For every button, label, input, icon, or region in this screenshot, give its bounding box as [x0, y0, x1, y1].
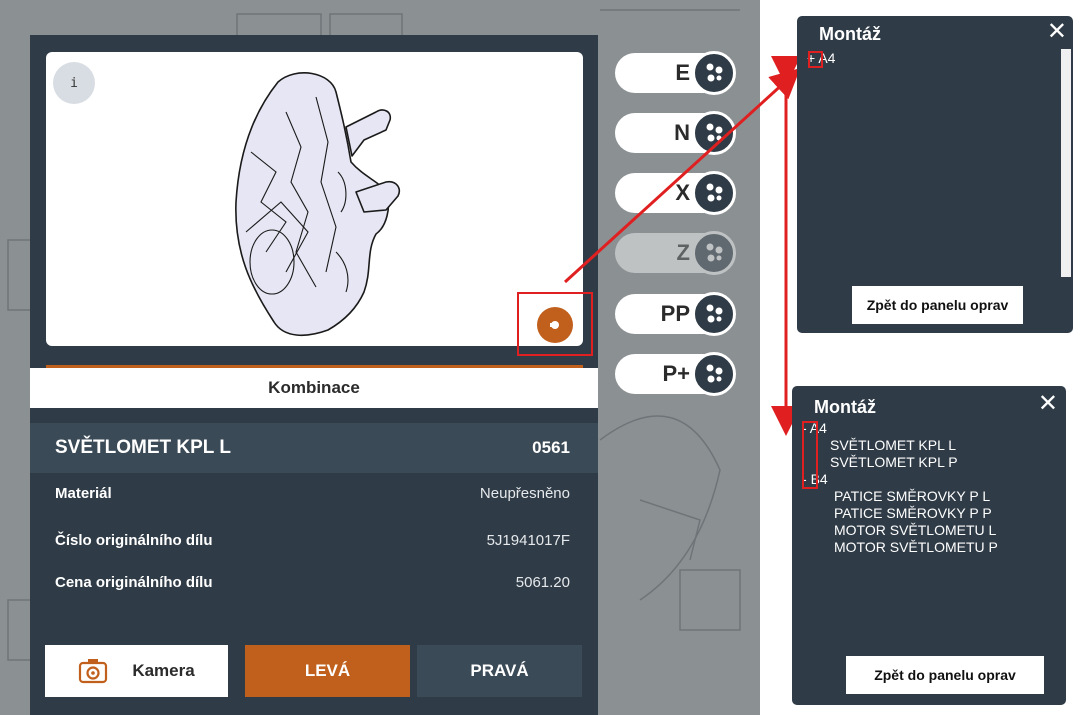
- highlight-combination-button: [517, 292, 593, 356]
- repair-type-label: X: [675, 180, 690, 205]
- repair-type-button[interactable]: P+: [615, 352, 745, 396]
- tree-child[interactable]: SVĚTLOMET KPL L: [802, 437, 998, 454]
- repair-type-label: N: [674, 120, 690, 145]
- tree-child[interactable]: PATICE SMĚROVKY P P: [802, 505, 998, 522]
- detail-value: 5061.20: [515, 574, 570, 591]
- montaz-panel-collapsed: Montáž ✕ + A4 Zpět do panelu oprav: [797, 16, 1073, 333]
- scatter-glyph: [706, 243, 723, 262]
- part-code: 0561: [532, 438, 570, 457]
- headlight-drawing: [235, 72, 401, 337]
- camera-button-label: Kamera: [132, 661, 195, 680]
- scatter-glyph: [706, 63, 723, 82]
- scatter-glyph: [706, 123, 723, 142]
- right-side-button[interactable]: PRAVÁ: [417, 645, 582, 697]
- scatter-icon[interactable]: [692, 352, 736, 396]
- scatter-icon[interactable]: [692, 51, 736, 95]
- detail-label: Materiál: [55, 485, 112, 502]
- combination-tab[interactable]: Kombinace: [30, 368, 598, 408]
- panel-title: Montáž: [814, 397, 876, 417]
- detail-value: 5J1941017F: [486, 532, 570, 549]
- montaz-panel-expanded: Montáž ✕ - A4 SVĚTLOMET KPL L SVĚTLOMET …: [792, 386, 1066, 705]
- part-detail-card: i Kombinace SVĚTLOMET KPL L 0561 Materiá…: [30, 35, 598, 715]
- return-button[interactable]: Zpět do panelu oprav: [846, 656, 1044, 694]
- repair-type-button[interactable]: PP: [615, 292, 745, 336]
- repair-type-button[interactable]: X: [615, 171, 745, 215]
- repair-type-label: Z: [676, 240, 690, 265]
- panel-title: Montáž: [819, 24, 881, 44]
- part-name: SVĚTLOMET KPL L: [55, 437, 231, 458]
- part-preview: i: [46, 52, 583, 346]
- return-button[interactable]: Zpět do panelu oprav: [852, 286, 1023, 324]
- tree-child[interactable]: PATICE SMĚROVKY P L: [802, 488, 998, 505]
- repair-type-button[interactable]: E: [615, 51, 745, 95]
- scatter-glyph: [706, 364, 723, 383]
- repair-type-label: E: [675, 60, 690, 85]
- tree-child[interactable]: MOTOR SVĚTLOMETU L: [802, 522, 998, 539]
- repair-type-button[interactable]: N: [615, 111, 745, 155]
- repair-type-label: P+: [662, 361, 690, 386]
- detail-label: Číslo originálního dílu: [55, 532, 213, 549]
- camera-button[interactable]: Kamera: [45, 645, 228, 697]
- left-side-button[interactable]: LEVÁ: [245, 645, 410, 697]
- scatter-icon[interactable]: [692, 171, 736, 215]
- tree-child[interactable]: MOTOR SVĚTLOMETU P: [802, 539, 998, 556]
- part-title-row: SVĚTLOMET KPL L 0561: [30, 423, 598, 473]
- detail-value: Neupřesněno: [479, 485, 570, 502]
- detail-label: Cena originálního dílu: [55, 574, 213, 591]
- scrollbar[interactable]: [1061, 49, 1071, 277]
- scatter-icon[interactable]: [692, 111, 736, 155]
- tree-group: - A4: [802, 420, 998, 437]
- close-icon[interactable]: ✕: [1038, 392, 1058, 416]
- tree-list: - A4 SVĚTLOMET KPL L SVĚTLOMET KPL P - B…: [802, 420, 998, 556]
- highlight-collapse-toggles: [802, 421, 818, 489]
- highlight-expand-toggle: [808, 51, 823, 68]
- close-icon[interactable]: ✕: [1047, 20, 1067, 44]
- repair-type-button[interactable]: Z: [615, 231, 745, 275]
- scatter-glyph: [706, 183, 723, 202]
- tree-child[interactable]: SVĚTLOMET KPL P: [802, 454, 998, 471]
- scatter-icon[interactable]: [692, 231, 736, 275]
- scatter-icon[interactable]: [692, 292, 736, 336]
- camera-icon: [79, 659, 108, 684]
- tree-group: - B4: [802, 471, 998, 488]
- repair-type-label: PP: [660, 301, 690, 326]
- scatter-glyph: [706, 304, 723, 323]
